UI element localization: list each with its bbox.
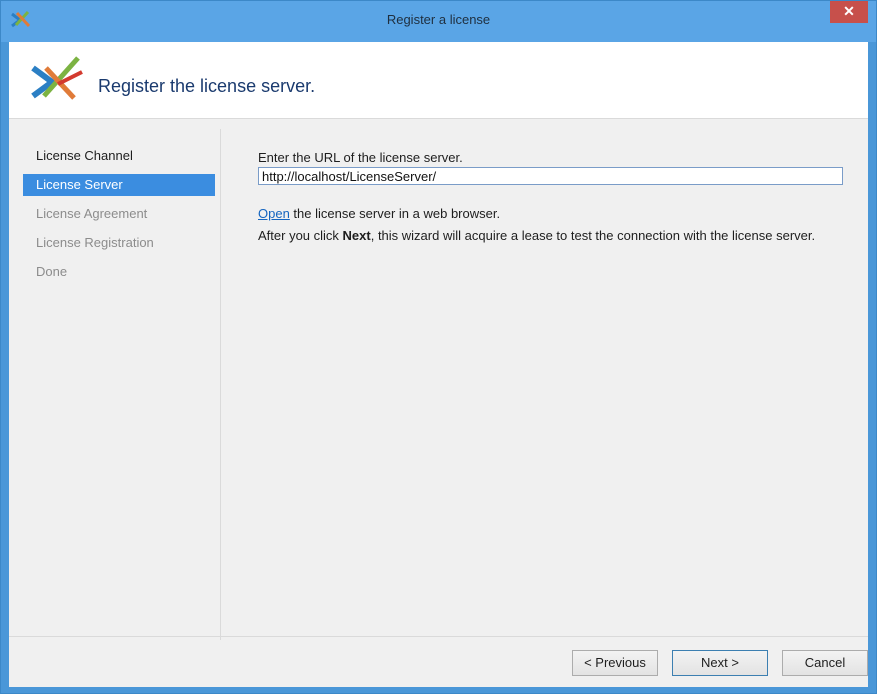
wizard-window: Register a license ✕ Register the licens… (0, 0, 877, 694)
step-license-channel[interactable]: License Channel (23, 145, 215, 167)
step-done: Done (36, 264, 68, 279)
next-button[interactable]: Next > (672, 650, 768, 676)
step-license-registration: License Registration (36, 235, 154, 250)
footer-divider (9, 636, 868, 637)
info-prefix: After you click (258, 228, 343, 243)
next-info-text: After you click Next, this wizard will a… (258, 227, 843, 245)
step-content: Enter the URL of the license server. Ope… (258, 150, 848, 245)
cancel-button[interactable]: Cancel (782, 650, 868, 676)
wizard-client-area: Register the license server. License Cha… (9, 42, 868, 687)
nav-divider (220, 129, 221, 640)
info-rest: , this wizard will acquire a lease to te… (370, 228, 816, 243)
close-icon: ✕ (843, 3, 855, 19)
wizard-header: Register the license server. (9, 42, 868, 119)
step-license-agreement: License Agreement (36, 206, 148, 221)
open-browser-line: Open the license server in a web browser… (258, 206, 848, 221)
title-bar[interactable]: Register a license ✕ (1, 1, 876, 42)
previous-button[interactable]: < Previous (572, 650, 658, 676)
product-logo-icon (31, 56, 83, 100)
license-server-url-input[interactable] (258, 167, 843, 185)
url-label: Enter the URL of the license server. (258, 150, 463, 165)
page-title: Register the license server. (98, 76, 316, 96)
window-title: Register a license (386, 12, 491, 27)
open-line-text: the license server in a web browser. (289, 206, 501, 221)
wizard-steps-nav: License Channel License Server License A… (23, 145, 215, 290)
close-button[interactable]: ✕ (830, 1, 868, 23)
open-in-browser-link[interactable]: Open (258, 206, 290, 221)
step-license-server[interactable]: License Server (23, 174, 215, 196)
info-next-bold: Next (342, 228, 371, 243)
